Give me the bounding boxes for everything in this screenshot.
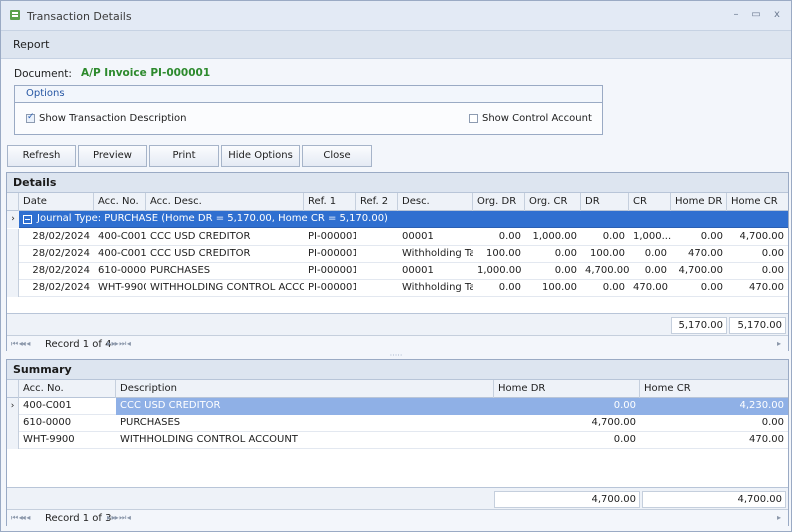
col-org-cr[interactable]: Org. CR xyxy=(525,193,581,211)
summary-title: Summary xyxy=(7,360,788,380)
minimize-icon[interactable]: – xyxy=(729,9,743,21)
col-acc-no[interactable]: Acc. No. xyxy=(19,380,116,398)
show-control-account-checkbox[interactable] xyxy=(469,114,478,123)
col-dr[interactable]: DR xyxy=(581,193,629,211)
report-bar: Report xyxy=(1,31,791,59)
summary-header: Acc. No. Description Home DR Home CR xyxy=(7,380,788,398)
show-description-checkbox[interactable] xyxy=(26,112,35,123)
close-button[interactable]: Close xyxy=(302,145,372,167)
group-row-label: Journal Type: PURCHASE (Home DR = 5,170.… xyxy=(37,213,388,224)
title-bar: Transaction Details – ▭ x xyxy=(1,1,791,31)
panel-splitter[interactable]: ····· xyxy=(381,352,411,360)
col-ref1[interactable]: Ref. 1 xyxy=(304,193,356,211)
group-row[interactable]: › Journal Type: PURCHASE (Home DR = 5,17… xyxy=(7,211,788,228)
chevron-right-icon: › xyxy=(7,398,19,415)
scroll-right-icon[interactable]: ▸ xyxy=(777,339,781,348)
document-value: A/P Invoice PI-000001 xyxy=(81,67,211,79)
options-title: Options xyxy=(15,86,602,103)
next-last-icon[interactable]: ▸ ▸▸ ⏭ ◂ xyxy=(107,513,131,523)
details-total-home-dr: 5,170.00 xyxy=(671,317,727,334)
show-description-label[interactable]: Show Transaction Description xyxy=(39,113,187,124)
header-indicator xyxy=(7,380,19,398)
col-description[interactable]: Description xyxy=(116,380,494,398)
table-row[interactable]: 28/02/2024 400-C001 CCC USD CREDITOR PI-… xyxy=(7,246,788,263)
summary-total-home-cr: 4,700.00 xyxy=(642,491,786,508)
col-ref2[interactable]: Ref. 2 xyxy=(356,193,398,211)
details-title: Details xyxy=(7,173,788,193)
col-acc-no[interactable]: Acc. No. xyxy=(94,193,146,211)
next-last-icon[interactable]: ▸ ▸▸ ⏭ ◂ xyxy=(107,339,131,349)
document-label: Document: xyxy=(14,68,72,80)
details-totals: 5,170.00 5,170.00 xyxy=(7,313,788,335)
preview-button[interactable]: Preview xyxy=(78,145,147,167)
first-prev-icon[interactable]: ⏮ ◂◂ ◂ xyxy=(11,513,30,523)
details-panel: Details Date Acc. No. Acc. Desc. Ref. 1 … xyxy=(6,172,789,353)
table-row[interactable]: 28/02/2024 610-0000 PURCHASES PI-000001 … xyxy=(7,263,788,280)
col-cr[interactable]: CR xyxy=(629,193,671,211)
summary-panel: Summary Acc. No. Description Home DR Hom… xyxy=(6,359,789,527)
summary-record-navigator: ⏮ ◂◂ ◂ Record 1 of 3 ▸ ▸▸ ⏭ ◂ ▸ xyxy=(7,509,788,527)
col-org-dr[interactable]: Org. DR xyxy=(473,193,525,211)
transaction-details-window: Transaction Details – ▭ x Report Documen… xyxy=(0,0,792,532)
table-row[interactable]: WHT-9900 WITHHOLDING CONTROL ACCOUNT 0.0… xyxy=(7,432,788,449)
close-icon[interactable]: x xyxy=(770,9,784,21)
header-indicator xyxy=(7,193,19,211)
app-icon xyxy=(10,10,20,20)
hide-options-button[interactable]: Hide Options xyxy=(221,145,300,167)
refresh-button[interactable]: Refresh xyxy=(7,145,76,167)
summary-total-home-dr: 4,700.00 xyxy=(494,491,640,508)
table-row[interactable]: 610-0000 PURCHASES 4,700.00 0.00 xyxy=(7,415,788,432)
report-menu[interactable]: Report xyxy=(13,38,49,51)
table-row[interactable]: 28/02/2024 WHT-9900 WITHHOLDING CONTROL … xyxy=(7,280,788,297)
col-home-dr[interactable]: Home DR xyxy=(671,193,727,211)
chevron-right-icon: › xyxy=(7,211,19,228)
details-header: Date Acc. No. Acc. Desc. Ref. 1 Ref. 2 D… xyxy=(7,193,788,211)
window-title: Transaction Details xyxy=(27,10,132,23)
table-row[interactable]: 28/02/2024 400-C001 CCC USD CREDITOR PI-… xyxy=(7,229,788,246)
scroll-right-icon[interactable]: ▸ xyxy=(777,513,781,522)
col-date[interactable]: Date xyxy=(19,193,94,211)
show-control-account-label[interactable]: Show Control Account xyxy=(482,113,592,124)
print-button[interactable]: Print xyxy=(149,145,219,167)
table-row[interactable]: › 400-C001 CCC USD CREDITOR 0.00 4,230.0… xyxy=(7,398,788,415)
details-total-home-cr: 5,170.00 xyxy=(729,317,786,334)
maximize-icon[interactable]: ▭ xyxy=(749,9,763,21)
summary-record-count: Record 1 of 3 xyxy=(45,513,112,524)
col-desc[interactable]: Desc. xyxy=(398,193,473,211)
col-home-cr[interactable]: Home CR xyxy=(727,193,788,211)
collapse-icon[interactable] xyxy=(23,215,32,224)
first-prev-icon[interactable]: ⏮ ◂◂ ◂ xyxy=(11,339,30,349)
options-group: Options Show Transaction Description Sho… xyxy=(14,85,603,135)
col-acc-desc[interactable]: Acc. Desc. xyxy=(146,193,304,211)
summary-totals: 4,700.00 4,700.00 xyxy=(7,487,788,509)
col-home-cr[interactable]: Home CR xyxy=(640,380,788,398)
details-record-count: Record 1 of 4 xyxy=(45,339,112,350)
col-home-dr[interactable]: Home DR xyxy=(494,380,640,398)
